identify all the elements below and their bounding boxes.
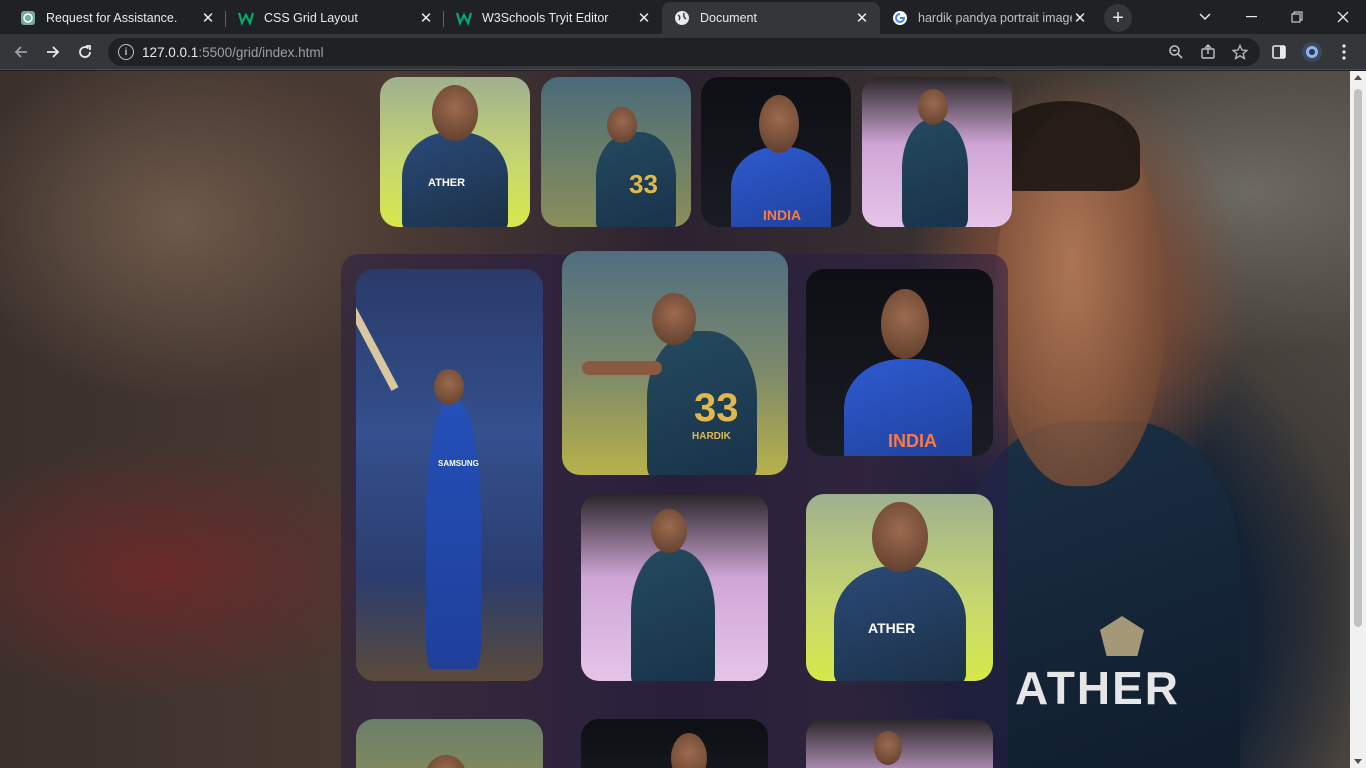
tab-google-search[interactable]: hardik pandya portrait image ✕ (880, 2, 1098, 34)
tab-title: hardik pandya portrait image (918, 11, 1072, 25)
side-panel-icon[interactable] (1264, 37, 1294, 67)
background-hair (990, 101, 1140, 191)
close-window-button[interactable] (1320, 0, 1366, 34)
scroll-down-arrow-icon[interactable] (1354, 759, 1362, 764)
page-scrollbar[interactable] (1350, 71, 1366, 768)
grid-image-pointing-33: 33 HARDIK (562, 251, 788, 475)
grid-image-partial-1 (356, 719, 543, 768)
close-icon[interactable]: ✕ (1072, 10, 1088, 27)
grid-image-batting: SAMSUNG (356, 269, 543, 681)
tab-request-for-assistance[interactable]: Request for Assistance. ✕ (8, 2, 226, 34)
close-icon[interactable]: ✕ (200, 10, 216, 27)
grid-image-partial-3 (806, 719, 993, 768)
profile-avatar[interactable] (1297, 37, 1327, 67)
tab-w3schools-tryit[interactable]: W3Schools Tryit Editor ✕ (444, 2, 662, 34)
address-bar[interactable]: i 127.0.0.1:5500/grid/index.html (108, 38, 1260, 66)
url-path: :5500/grid/index.html (198, 44, 324, 60)
new-tab-button[interactable]: + (1104, 4, 1132, 32)
close-icon[interactable]: ✕ (418, 10, 434, 27)
tab-css-grid-layout[interactable]: CSS Grid Layout ✕ (226, 2, 444, 34)
scroll-up-arrow-icon[interactable] (1354, 75, 1362, 80)
background-jersey-text: ATHER (1015, 662, 1181, 714)
tab-title: Request for Assistance. (46, 11, 178, 25)
close-icon[interactable]: ✕ (854, 10, 870, 27)
site-info-icon[interactable]: i (118, 44, 134, 60)
grid-image-partial-2 (581, 719, 768, 768)
zoom-icon[interactable] (1162, 38, 1190, 66)
top-image-3: INDIA (701, 77, 851, 227)
tab-search-icon[interactable] (1182, 0, 1228, 34)
tab-title: Document (700, 11, 757, 25)
tab-document[interactable]: Document ✕ (662, 2, 880, 34)
w3schools-icon (456, 10, 472, 26)
grid-image-portrait: ATHER (806, 494, 993, 681)
grid-image-pointing-cap (581, 494, 768, 681)
top-image-1: ATHER (380, 77, 530, 227)
browser-toolbar: i 127.0.0.1:5500/grid/index.html (0, 34, 1366, 70)
page-viewport: ATHER ATHER 33 INDIA SAMSUNG 33 HARDIK I… (0, 71, 1350, 768)
top-image-4 (862, 77, 1012, 227)
url-host: 127.0.0.1 (142, 44, 199, 60)
tab-title: CSS Grid Layout (264, 11, 358, 25)
share-icon[interactable] (1194, 38, 1222, 66)
reload-button[interactable] (70, 37, 100, 67)
chatgpt-icon (20, 10, 36, 26)
minimize-button[interactable] (1228, 0, 1274, 34)
globe-icon (674, 10, 690, 26)
restore-button[interactable] (1274, 0, 1320, 34)
w3schools-icon (238, 10, 254, 26)
tab-title: W3Schools Tryit Editor (482, 11, 609, 25)
bookmark-star-icon[interactable] (1226, 38, 1254, 66)
back-button[interactable] (6, 37, 36, 67)
grid-image-india: INDIA (806, 269, 993, 456)
menu-kebab-icon[interactable] (1329, 37, 1359, 67)
scrollbar-thumb[interactable] (1354, 89, 1362, 627)
tab-strip: Request for Assistance. ✕ CSS Grid Layou… (0, 0, 1366, 34)
top-image-2: 33 (541, 77, 691, 227)
google-icon (892, 10, 908, 26)
forward-button[interactable] (38, 37, 68, 67)
close-icon[interactable]: ✕ (636, 10, 652, 27)
